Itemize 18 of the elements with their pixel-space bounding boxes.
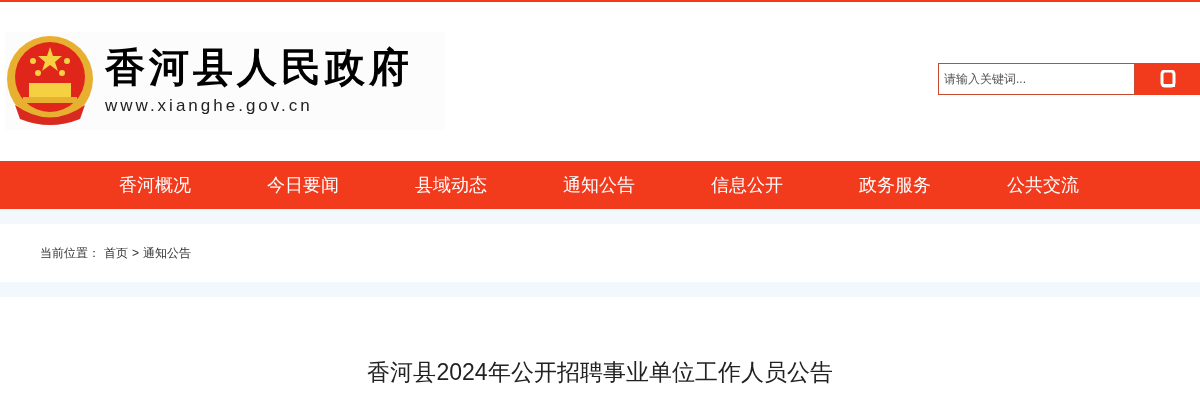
search-button[interactable] xyxy=(1135,63,1200,95)
nav-link[interactable]: 信息公开 xyxy=(673,161,821,209)
nav-link[interactable]: 通知公告 xyxy=(525,161,673,209)
breadcrumb-separator: > xyxy=(132,245,139,262)
nav-link[interactable]: 今日要闻 xyxy=(229,161,377,209)
breadcrumb-label: 当前位置： xyxy=(40,245,100,262)
nav-link[interactable]: 县域动态 xyxy=(377,161,525,209)
search-field[interactable]: 请输入关键词... xyxy=(938,63,1135,95)
site-url: www.xianghe.gov.cn xyxy=(105,95,314,118)
emblem-icon xyxy=(5,35,95,127)
article-title: 香河县2024年公开招聘事业单位工作人员公告 xyxy=(367,358,833,387)
nav-link[interactable]: 政务服务 xyxy=(821,161,969,209)
breadcrumb-link[interactable]: 首页 xyxy=(104,244,128,262)
nav-link[interactable]: 公共交流 xyxy=(969,161,1117,209)
site-title: 香河县人民政府 xyxy=(105,43,413,92)
breadcrumb-link[interactable]: 通知公告 xyxy=(143,244,191,262)
nav-link[interactable]: 香河概况 xyxy=(81,161,229,209)
search-icon xyxy=(1159,70,1176,88)
